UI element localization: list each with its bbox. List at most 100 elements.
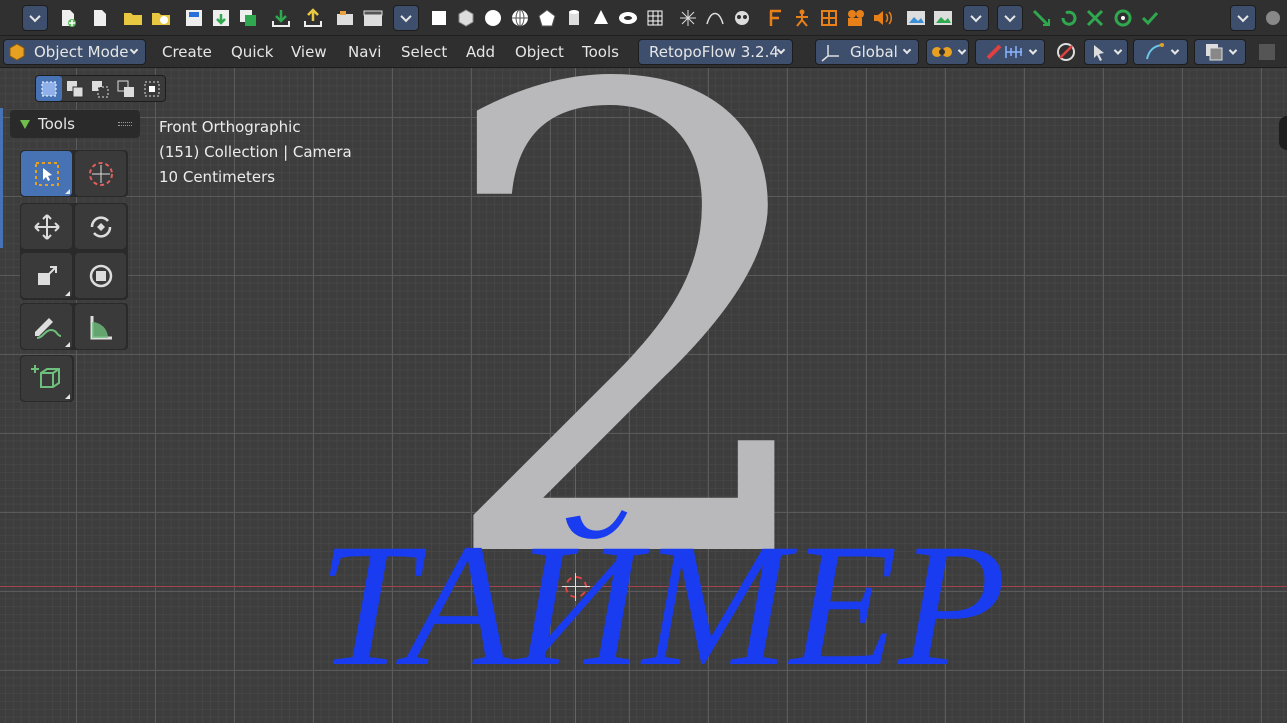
curve-icon[interactable]	[702, 5, 728, 31]
empty-icon[interactable]	[675, 5, 701, 31]
chevron-down-icon	[129, 45, 139, 55]
menu-select[interactable]: Select	[401, 43, 447, 61]
visibility-dropdown[interactable]	[1084, 39, 1128, 65]
move-tool[interactable]	[21, 204, 72, 249]
rotate-tool[interactable]	[75, 204, 126, 249]
menu-quick[interactable]: Quick	[231, 43, 273, 61]
lattice-icon[interactable]	[816, 5, 842, 31]
image-dropdown[interactable]	[963, 5, 989, 31]
cylinder-icon[interactable]	[561, 5, 587, 31]
menu-view[interactable]: View	[291, 43, 327, 61]
chevron-down-icon	[1028, 46, 1038, 55]
transform-tool[interactable]	[75, 253, 126, 298]
proportional-edit-button[interactable]	[1053, 39, 1079, 65]
scale-tool[interactable]	[21, 253, 72, 298]
select-intersect-icon	[144, 81, 160, 96]
monkey-icon[interactable]	[729, 5, 755, 31]
menu-create[interactable]: Create	[162, 43, 212, 61]
sphere-icon[interactable]	[480, 5, 506, 31]
select-intersect-button[interactable]	[139, 76, 165, 101]
tools-panel-header[interactable]: Tools	[10, 110, 140, 138]
cube-icon[interactable]	[453, 5, 479, 31]
select-invert-button[interactable]	[113, 76, 139, 101]
orientation-dropdown[interactable]: Global	[815, 39, 919, 65]
file-icon[interactable]	[87, 5, 113, 31]
import-icon[interactable]	[268, 5, 294, 31]
measure-tool[interactable]	[75, 304, 126, 349]
collapse-triangle-icon	[20, 119, 30, 129]
right-dropdown[interactable]	[1230, 5, 1256, 31]
select-subtract-icon	[92, 80, 109, 97]
sidebar-toggle-tab[interactable]	[1279, 116, 1287, 150]
scale-icon[interactable]	[1083, 5, 1109, 31]
mode-selector[interactable]: Object Mode	[3, 39, 146, 65]
plane-icon[interactable]	[426, 5, 452, 31]
overlays-icon	[1206, 44, 1223, 61]
select-subtract-button[interactable]	[88, 76, 114, 101]
copy-icon[interactable]	[235, 5, 261, 31]
add-object-dropdown[interactable]	[393, 5, 419, 31]
snap-increment-icon	[1005, 46, 1022, 58]
transform-icon[interactable]	[1110, 5, 1136, 31]
add-cube-tool[interactable]	[21, 356, 72, 401]
select-new-button[interactable]	[36, 76, 62, 101]
overlays-dropdown[interactable]	[1194, 39, 1246, 65]
torus-icon[interactable]	[615, 5, 641, 31]
title-text-object[interactable]: ТАЙМЕР	[318, 518, 1007, 694]
folder-icon[interactable]	[120, 5, 146, 31]
tool-group-transform	[20, 203, 128, 300]
selection-mode-group	[35, 75, 166, 102]
orientation-label: Global	[850, 43, 898, 61]
properties-icon[interactable]	[1260, 5, 1286, 31]
viewport-header: Object Mode Create Quick View Navi Selec…	[0, 36, 1287, 68]
speaker-icon[interactable]	[870, 5, 896, 31]
camera-icon[interactable]	[843, 5, 869, 31]
annotate-tool[interactable]	[21, 304, 72, 349]
image-icon[interactable]	[903, 5, 929, 31]
3d-viewport[interactable]: 2 ТАЙМЕР Tools Front Orthographic (151) …	[0, 68, 1287, 723]
scale-tool-icon	[37, 265, 57, 285]
drag-grip-icon[interactable]	[118, 122, 132, 126]
snapping-group[interactable]	[975, 39, 1045, 65]
grid-icon[interactable]	[642, 5, 668, 31]
pivot-dropdown[interactable]	[926, 39, 969, 65]
cone-icon[interactable]	[588, 5, 614, 31]
retopoflow-dropdown[interactable]: RetopoFlow 3.2.4	[638, 39, 793, 65]
menu-tools[interactable]: Tools	[582, 43, 619, 61]
menu-navi[interactable]: Navi	[348, 43, 381, 61]
xray-button[interactable]	[1254, 39, 1280, 65]
chevron-down-icon	[1228, 46, 1238, 55]
globe-icon[interactable]	[507, 5, 533, 31]
annotate-icon	[34, 317, 61, 339]
export-icon[interactable]	[300, 5, 326, 31]
apply-icon[interactable]	[1137, 5, 1163, 31]
image2-icon[interactable]	[930, 5, 956, 31]
menu-add[interactable]: Add	[466, 43, 495, 61]
snap-dropdown[interactable]	[997, 5, 1023, 31]
orientation-axes-icon	[821, 45, 839, 62]
select-invert-icon	[117, 80, 135, 97]
save-icon[interactable]	[181, 5, 207, 31]
new-file-icon[interactable]	[55, 5, 81, 31]
select-box-tool[interactable]	[21, 151, 72, 196]
snap-icon[interactable]	[1029, 5, 1055, 31]
gizmo-dropdown[interactable]	[1133, 39, 1188, 65]
armature-icon[interactable]	[789, 5, 815, 31]
toolbar-dropdown[interactable]	[22, 5, 48, 31]
rotate-icon[interactable]	[1056, 5, 1082, 31]
clapper-icon[interactable]	[360, 5, 386, 31]
proportional-icon	[1057, 43, 1075, 61]
move-icon	[33, 213, 60, 240]
render-icon[interactable]	[333, 5, 359, 31]
3d-cursor[interactable]	[562, 573, 590, 601]
save-as-icon[interactable]	[208, 5, 234, 31]
select-extend-button[interactable]	[62, 76, 88, 101]
chevron-down-icon	[902, 45, 912, 55]
chevron-down-icon	[957, 46, 966, 55]
font-icon[interactable]	[762, 5, 788, 31]
recent-icon[interactable]	[148, 5, 174, 31]
cursor-tool[interactable]	[75, 151, 126, 196]
menu-object[interactable]: Object	[515, 43, 564, 61]
ico-icon[interactable]	[534, 5, 560, 31]
scale-info: 10 Centimeters	[159, 168, 276, 186]
